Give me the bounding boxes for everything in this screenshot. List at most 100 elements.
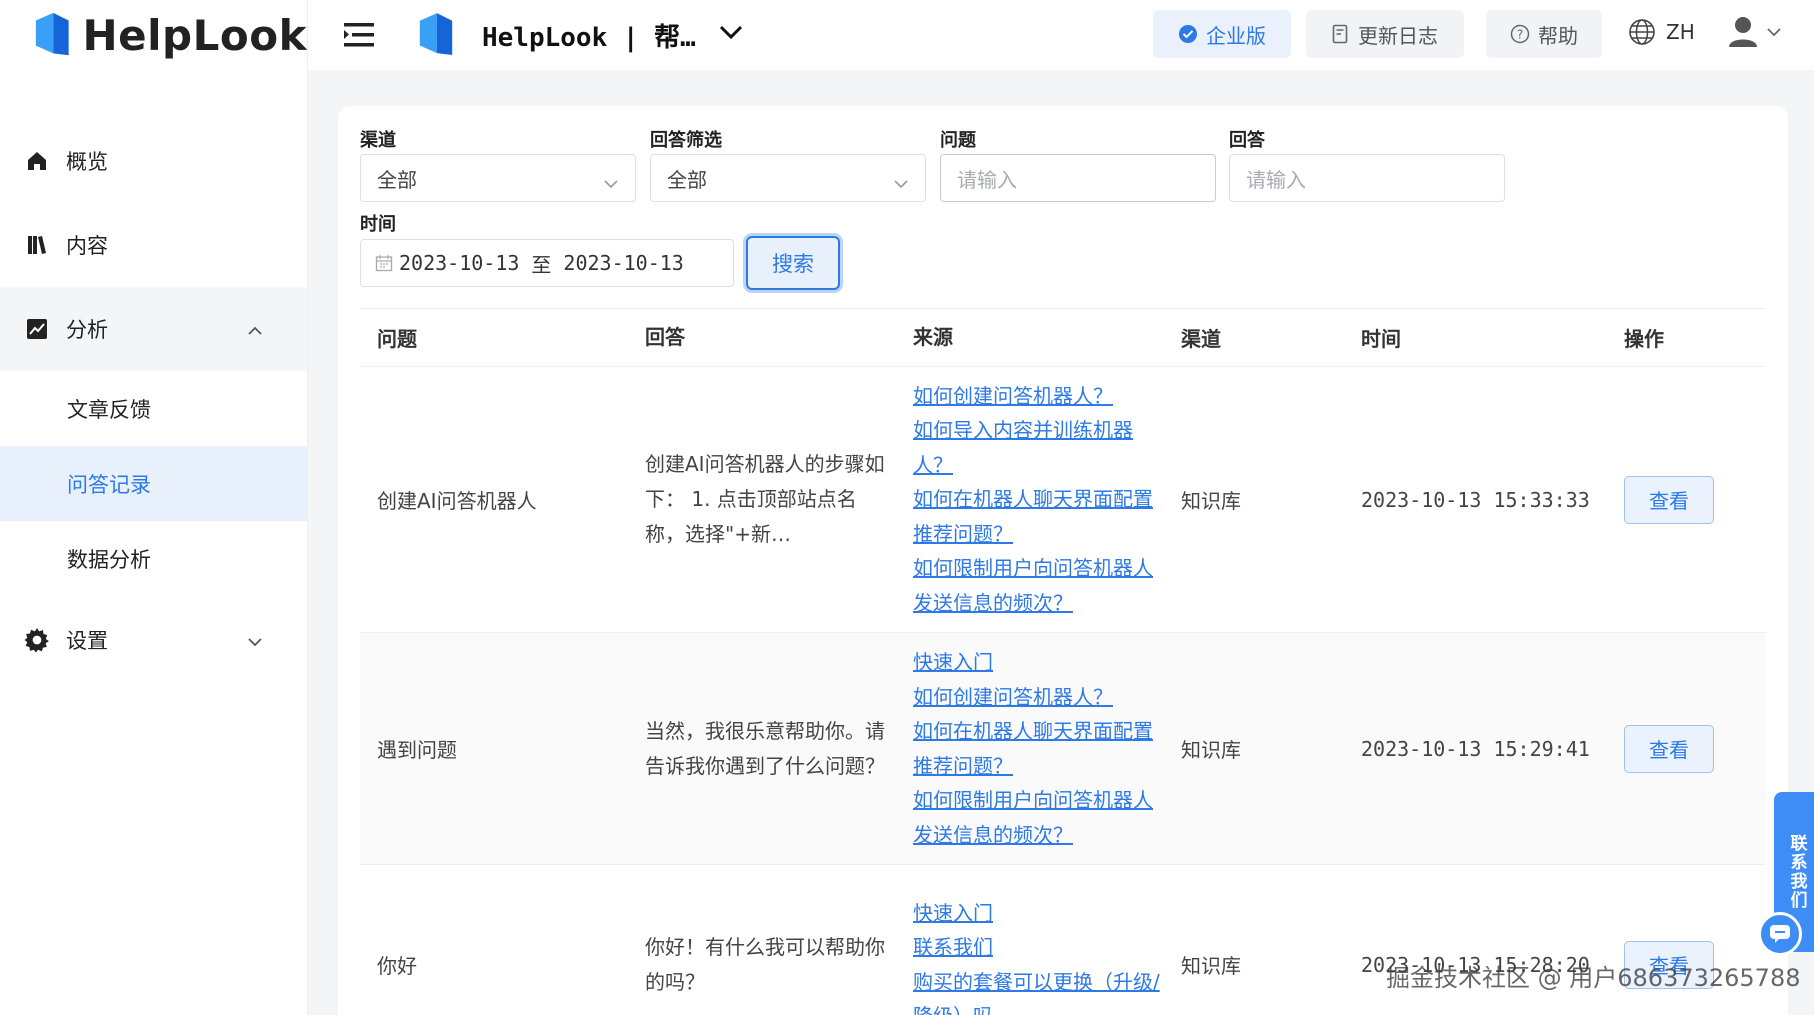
enterprise-button[interactable]: 企业版 xyxy=(1153,10,1291,58)
chevron-down-icon xyxy=(603,170,619,194)
cell-question: 遇到问题 xyxy=(377,738,457,762)
language-switch[interactable]: ZH xyxy=(1628,18,1695,46)
table-header: 问题 回答 来源 渠道 时间 操作 xyxy=(360,309,1766,367)
answer-filter-select[interactable]: 全部 xyxy=(650,154,926,202)
sidebar-item-content[interactable]: 内容 xyxy=(0,203,307,287)
chat-bubble-icon[interactable] xyxy=(1758,912,1802,956)
site-switch-chevron-icon[interactable] xyxy=(718,22,744,46)
chevron-down-icon xyxy=(1767,28,1781,37)
chart-icon xyxy=(24,316,50,342)
help-label: 帮助 xyxy=(1538,23,1578,48)
changelog-label: 更新日志 xyxy=(1358,23,1438,48)
book-icon xyxy=(24,232,50,258)
logo-text: HelpLook xyxy=(82,10,307,60)
column-header-time: 时间 xyxy=(1361,327,1401,351)
user-avatar-icon xyxy=(1729,17,1757,47)
answer-filter-value: 全部 xyxy=(667,167,707,192)
sidebar-subitem-article-feedback[interactable]: 文章反馈 xyxy=(0,371,307,446)
table-row: 遇到问题 当然，我很乐意帮助你。请告诉我你遇到了什么问题？ 快速入门 如何创建问… xyxy=(360,633,1766,865)
home-icon xyxy=(24,148,50,174)
sidebar-item-label: 分析 xyxy=(66,318,108,342)
date-range-picker[interactable]: 2023-10-13 至 2023-10-13 xyxy=(360,239,734,287)
question-placeholder: 请输入 xyxy=(957,167,1017,192)
app-logo[interactable]: HelpLook xyxy=(0,0,307,70)
user-menu[interactable] xyxy=(1728,16,1782,48)
column-header-answer: 回答 xyxy=(645,325,685,349)
changelog-button[interactable]: 更新日志 xyxy=(1306,10,1464,58)
chevron-down-icon xyxy=(893,170,909,194)
chevron-down-icon xyxy=(247,628,263,652)
date-separator: 至 xyxy=(531,252,552,277)
enterprise-label: 企业版 xyxy=(1206,23,1266,48)
helplook-logo-icon xyxy=(35,12,69,56)
menu-toggle-icon[interactable] xyxy=(344,22,376,53)
watermark: 掘金技术社区 @ 用户686373265788 xyxy=(1386,964,1801,992)
language-label: ZH xyxy=(1666,20,1695,44)
table-row: 创建AI问答机器人 创建AI问答机器人的步骤如下： 1. 点击顶部站点名称，选择… xyxy=(360,367,1766,633)
answer-label: 回答 xyxy=(1229,130,1265,151)
source-link[interactable]: 如何创建问答机器人？ xyxy=(913,379,1164,414)
cell-sources: 快速入门 联系我们 购买的套餐可以更换（升级/降级）吗 xyxy=(896,896,1164,1015)
source-link[interactable]: 如何在机器人聊天界面配置推荐问题？ xyxy=(913,714,1164,783)
column-header-source: 来源 xyxy=(913,325,953,350)
cell-action: 查看 xyxy=(1614,475,1766,524)
calendar-icon xyxy=(375,255,393,272)
sidebar-item-analysis[interactable]: 分析 xyxy=(0,287,307,371)
source-link[interactable]: 如何导入内容并训练机器人？ xyxy=(913,413,1164,482)
sidebar-subitem-data-analysis[interactable]: 数据分析 xyxy=(0,521,307,596)
source-link[interactable]: 如何限制用户向问答机器人发送信息的频次？ xyxy=(913,551,1164,620)
time-label: 时间 xyxy=(360,214,396,235)
cell-time: 2023-10-13 15:29:41 xyxy=(1361,736,1590,761)
cell-answer: 创建AI问答机器人的步骤如下： 1. 点击顶部站点名称，选择"+新… xyxy=(645,452,885,546)
view-button[interactable]: 查看 xyxy=(1624,475,1714,524)
answer-placeholder: 请输入 xyxy=(1246,167,1306,192)
cell-question: 你好 xyxy=(377,954,417,978)
cell-sources: 快速入门 如何创建问答机器人？ 如何在机器人聊天界面配置推荐问题？ 如何限制用户… xyxy=(896,645,1164,852)
question-input[interactable]: 请输入 xyxy=(940,154,1216,202)
chevron-up-icon xyxy=(247,317,263,341)
source-link[interactable]: 联系我们 xyxy=(913,930,1164,965)
column-header-action: 操作 xyxy=(1624,327,1664,351)
cell-channel: 知识库 xyxy=(1181,489,1241,513)
source-link[interactable]: 购买的套餐可以更换（升级/降级）吗 xyxy=(913,965,1164,1015)
answer-filter-label: 回答筛选 xyxy=(650,130,722,151)
view-button[interactable]: 查看 xyxy=(1624,724,1714,773)
qa-records-table: 问题 回答 来源 渠道 时间 操作 创建AI问答机器人 创建AI问答机器人的步骤… xyxy=(360,308,1766,1015)
sidebar-item-label: 设置 xyxy=(66,629,108,653)
sidebar-item-label: 内容 xyxy=(66,234,108,258)
svg-text:?: ? xyxy=(1517,28,1523,42)
sidebar: HelpLook 概览 内容 分析 文章反馈 问答记录 数据分析 设置 xyxy=(0,0,308,1015)
gear-icon xyxy=(24,627,50,653)
search-button[interactable]: 搜索 xyxy=(746,236,840,290)
date-start: 2023-10-13 xyxy=(399,251,520,275)
top-header: HelpLook | 帮… 企业版 更新日志 ? 帮助 ZH xyxy=(308,0,1814,70)
sidebar-item-overview[interactable]: 概览 xyxy=(0,119,307,203)
document-icon xyxy=(1332,24,1348,44)
source-link[interactable]: 如何创建问答机器人？ xyxy=(913,680,1164,715)
cell-channel: 知识库 xyxy=(1181,954,1241,978)
cell-action: 查看 xyxy=(1614,724,1766,773)
cell-channel: 知识库 xyxy=(1181,738,1241,762)
sidebar-item-settings[interactable]: 设置 xyxy=(0,596,307,684)
date-end: 2023-10-13 xyxy=(563,251,684,275)
cell-answer: 当然，我很乐意帮助你。请告诉我你遇到了什么问题？ xyxy=(645,718,885,778)
sidebar-item-label: 概览 xyxy=(66,150,108,174)
source-link[interactable]: 快速入门 xyxy=(913,645,1164,680)
sidebar-subitem-qa-records[interactable]: 问答记录 xyxy=(0,446,307,521)
source-link[interactable]: 如何限制用户向问答机器人发送信息的频次？ xyxy=(913,783,1164,852)
help-button[interactable]: ? 帮助 xyxy=(1486,10,1602,58)
column-header-channel: 渠道 xyxy=(1181,327,1221,351)
question-label: 问题 xyxy=(940,130,976,151)
verified-icon xyxy=(1179,25,1197,43)
cell-time: 2023-10-13 15:33:33 xyxy=(1361,487,1590,512)
source-link[interactable]: 快速入门 xyxy=(913,896,1164,931)
globe-icon xyxy=(1629,19,1655,45)
question-circle-icon: ? xyxy=(1510,24,1530,44)
qa-records-card: 渠道 全部 回答筛选 全部 问题 请输入 回答 请输入 时间 2023-10-1… xyxy=(338,106,1788,1015)
answer-input[interactable]: 请输入 xyxy=(1229,154,1505,202)
channel-select[interactable]: 全部 xyxy=(360,154,636,202)
source-link[interactable]: 如何在机器人聊天界面配置推荐问题？ xyxy=(913,482,1164,551)
cell-sources: 如何创建问答机器人？ 如何导入内容并训练机器人？ 如何在机器人聊天界面配置推荐问… xyxy=(896,379,1164,621)
cell-question: 创建AI问答机器人 xyxy=(377,489,537,513)
site-name[interactable]: HelpLook | 帮… xyxy=(482,17,696,54)
